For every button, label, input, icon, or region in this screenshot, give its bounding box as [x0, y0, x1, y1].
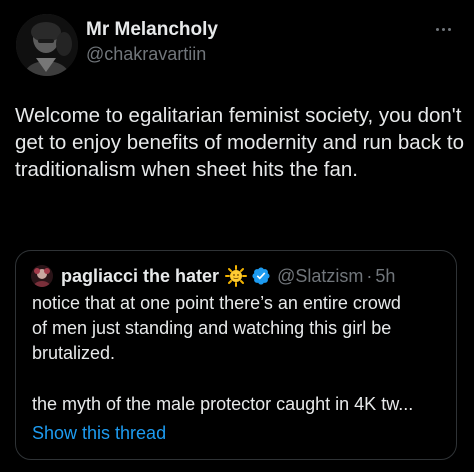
- quoted-text-line: notice that at one point there’s an enti…: [32, 293, 401, 313]
- author-name[interactable]: Mr Melancholy: [86, 19, 218, 41]
- show-thread-link[interactable]: Show this thread: [32, 421, 166, 446]
- quoted-text-truncated: the myth of the male protector caught in…: [32, 394, 414, 414]
- quoted-text-line: of men just standing and watching this g…: [32, 318, 392, 338]
- verified-badge-icon: [252, 267, 270, 285]
- tweet-text: Welcome to egalitarian feminist society,…: [15, 104, 464, 181]
- quoted-author-avatar[interactable]: [31, 265, 53, 287]
- sun-emoji-icon: [225, 265, 248, 287]
- ellipsis-icon: [435, 27, 439, 31]
- quoted-tweet-card[interactable]: pagliacci the hater @Slatzism · 5h notic…: [15, 250, 457, 460]
- quoted-avatar-image: [31, 265, 53, 287]
- quoted-author-handle[interactable]: @Slatzism: [277, 266, 363, 287]
- quoted-tweet-text: notice that at one point there’s an enti…: [32, 291, 452, 366]
- ellipsis-dot: [447, 27, 451, 31]
- author-avatar[interactable]: [16, 14, 78, 76]
- author-handle[interactable]: @chakravartiin: [86, 44, 206, 65]
- avatar-image: [16, 14, 78, 76]
- quoted-text-line: brutalized.: [32, 343, 116, 363]
- quoted-author-name[interactable]: pagliacci the hater: [61, 266, 219, 287]
- separator-dot: ·: [366, 265, 373, 286]
- quoted-tweet-header: pagliacci the hater @Slatzism · 5h: [31, 265, 395, 287]
- ellipsis-dot: [441, 27, 445, 31]
- quoted-tweet-timestamp[interactable]: 5h: [375, 266, 395, 287]
- more-options-button[interactable]: [428, 20, 458, 38]
- tweet: Mr Melancholy @chakravartiin Welcome to …: [0, 0, 474, 472]
